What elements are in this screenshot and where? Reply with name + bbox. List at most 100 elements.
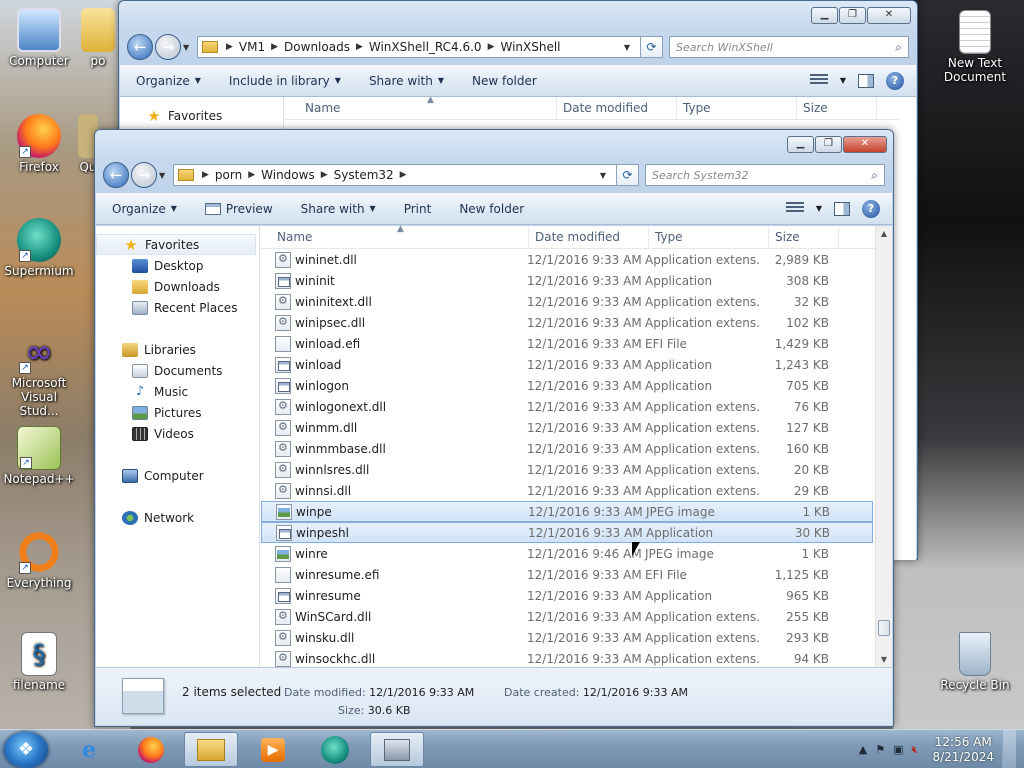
column-name[interactable]: Name — [285, 97, 557, 119]
desktop-icon-po[interactable]: po — [73, 8, 123, 68]
tray-expand-icon[interactable]: ▲ — [859, 743, 867, 756]
address-bar[interactable]: ▶ VM1 ▶ Downloads ▶ WinXShell_RC4.6.0 ▶ … — [197, 36, 641, 58]
close-button[interactable]: ✕ — [867, 7, 911, 24]
nav-videos[interactable]: Videos — [96, 423, 259, 444]
nav-desktop[interactable]: Desktop — [96, 255, 259, 276]
explorer-window-system32[interactable]: ▁ ❐ ✕ ← → ▼ ▶ porn ▶ Windows ▶ System32 … — [94, 129, 894, 727]
column-date-modified[interactable]: Date modified — [529, 226, 649, 248]
minimize-button[interactable]: ▁ — [811, 7, 838, 24]
scroll-thumb[interactable] — [878, 620, 890, 636]
desktop-icon-notepadpp[interactable]: ↗ Notepad++ — [1, 426, 77, 486]
breadcrumb-item[interactable]: WinXShell — [500, 40, 560, 54]
file-row[interactable]: winmmbase.dll 12/1/2016 9:33 AMApplicatio… — [261, 438, 875, 459]
nav-network[interactable]: Network — [96, 507, 259, 528]
share-with-button[interactable]: Share with ▼ — [369, 74, 444, 88]
file-row[interactable]: winpeshl 12/1/2016 9:33 AM Application 30 K… — [261, 522, 873, 543]
change-view-icon[interactable] — [785, 201, 804, 216]
taskbar-internet-explorer[interactable]: e — [62, 732, 116, 767]
file-row[interactable]: winipsec.dll 12/1/2016 9:33 AMApplication… — [261, 312, 875, 333]
file-row[interactable]: winresume.efi 12/1/2016 9:33 AM EFI File 1,… — [261, 564, 875, 585]
breadcrumb-item[interactable]: System32 — [334, 168, 394, 182]
network-status-icon[interactable]: ▣ — [893, 743, 903, 756]
print-button[interactable]: Print — [404, 202, 432, 216]
maximize-button[interactable]: ❐ — [815, 136, 842, 153]
forward-button[interactable]: → — [155, 34, 181, 60]
breadcrumb-item[interactable]: WinXShell_RC4.6.0 — [369, 40, 482, 54]
desktop-icon-firefox[interactable]: ↗ Firefox — [1, 114, 77, 174]
nav-recent-places[interactable]: Recent Places — [96, 297, 259, 318]
file-row[interactable]: winsku.dll 12/1/2016 9:33 AMApplication e… — [261, 627, 875, 648]
share-with-button[interactable]: Share with ▼ — [301, 202, 376, 216]
taskbar-supermium[interactable] — [308, 732, 362, 767]
desktop-icon-everything[interactable]: ↗ Everything — [1, 530, 77, 590]
taskbar-explorer[interactable] — [184, 732, 238, 767]
desktop-icon-filename[interactable]: § filename — [1, 632, 77, 692]
help-icon[interactable]: ? — [886, 71, 904, 90]
file-row[interactable]: wininit 12/1/2016 9:33 AM Application 308 K… — [261, 270, 875, 291]
file-row[interactable]: winlogonext.dll 12/1/2016 9:33 AMApplicat… — [261, 396, 875, 417]
file-row[interactable]: winnlsres.dll 12/1/2016 9:33 AMApplicatio… — [261, 459, 875, 480]
clock[interactable]: 12:56 AM 8/21/2024 — [932, 735, 994, 765]
nav-music[interactable]: ♪ Music — [96, 381, 259, 402]
back-button[interactable]: ← — [103, 162, 129, 188]
desktop-icon-supermium[interactable]: ↗ Supermium — [1, 218, 77, 278]
search-icon[interactable]: ⌕ — [871, 168, 878, 183]
search-input[interactable]: Search WinXShell ⌕ — [669, 36, 909, 58]
organize-button[interactable]: Organize ▼ — [112, 202, 177, 216]
taskbar-system-tool[interactable] — [370, 732, 424, 767]
desktop-icon-new-text-document[interactable]: New Text Document — [937, 10, 1013, 84]
close-button[interactable]: ✕ — [843, 136, 887, 153]
file-row[interactable]: WinSCard.dll 12/1/2016 9:33 AMApplication… — [261, 606, 875, 627]
file-row[interactable]: winmm.dll 12/1/2016 9:33 AMApplication ex… — [261, 417, 875, 438]
column-size[interactable]: Size — [769, 226, 839, 248]
preview-pane-icon[interactable] — [834, 201, 850, 216]
volume-muted-icon[interactable]: 🔇︎ — [912, 743, 919, 757]
action-center-flag-icon[interactable]: ⚑ — [875, 743, 885, 756]
recent-pages-dropdown[interactable]: ▼ — [183, 43, 193, 52]
file-row[interactable]: winload 12/1/2016 9:33 AM Application 1,243… — [261, 354, 875, 375]
search-icon[interactable]: ⌕ — [895, 40, 902, 55]
breadcrumb-item[interactable]: VM1 — [239, 40, 265, 54]
minimize-button[interactable]: ▁ — [787, 136, 814, 153]
scroll-up-icon[interactable]: ▲ — [876, 226, 892, 242]
nav-favorites[interactable]: ★ Favorites — [96, 234, 256, 255]
include-in-library-button[interactable]: Include in library ▼ — [229, 74, 341, 88]
taskbar-media-player[interactable]: ▶ — [246, 732, 300, 767]
taskbar-firefox[interactable] — [124, 732, 178, 767]
address-dropdown-icon[interactable]: ▼ — [618, 43, 636, 52]
column-date-modified[interactable]: Date modified — [557, 97, 677, 119]
desktop-icon-recycle-bin[interactable]: Recycle Bin — [937, 632, 1013, 692]
breadcrumb-item[interactable]: Windows — [261, 168, 315, 182]
vertical-scrollbar[interactable]: ▲ ▼ — [875, 226, 892, 668]
file-row[interactable]: winnsi.dll 12/1/2016 9:33 AMApplication e… — [261, 480, 875, 501]
breadcrumb-item[interactable]: Downloads — [284, 40, 350, 54]
nav-documents[interactable]: Documents — [96, 360, 259, 381]
file-row[interactable]: winpe 12/1/2016 9:33 AM JPEG image 1 KB — [261, 501, 873, 522]
organize-button[interactable]: Organize ▼ — [136, 74, 201, 88]
back-button[interactable]: ← — [127, 34, 153, 60]
chevron-down-icon[interactable]: ▼ — [816, 204, 822, 213]
column-type[interactable]: Type — [649, 226, 769, 248]
new-folder-button[interactable]: New folder — [472, 74, 537, 88]
chevron-down-icon[interactable]: ▼ — [840, 76, 846, 85]
refresh-button[interactable]: ⟳ — [617, 164, 639, 186]
preview-pane-icon[interactable] — [858, 73, 874, 88]
file-row[interactable]: winre 12/1/2016 9:46 AM JPEG image 1 KB — [261, 543, 875, 564]
column-size[interactable]: Size — [797, 97, 877, 119]
desktop-icon-visual-studio[interactable]: ∞ ↗ Microsoft Visual Stud... — [1, 330, 77, 418]
new-folder-button[interactable]: New folder — [459, 202, 524, 216]
maximize-button[interactable]: ❐ — [839, 7, 866, 24]
nav-computer[interactable]: Computer — [96, 465, 259, 486]
address-bar[interactable]: ▶ porn ▶ Windows ▶ System32 ▶ ▼ — [173, 164, 617, 186]
nav-favorites[interactable]: ★ Favorites — [120, 105, 283, 126]
preview-button[interactable]: Preview — [204, 202, 273, 216]
file-row[interactable]: winload.efi 12/1/2016 9:33 AM EFI File 1,42… — [261, 333, 875, 354]
forward-button[interactable]: → — [131, 162, 157, 188]
start-button[interactable] — [4, 732, 48, 768]
file-row[interactable]: winsockhc.dll 12/1/2016 9:33 AMApplicatio… — [261, 648, 875, 669]
desktop-icon-computer[interactable]: Computer — [1, 8, 77, 68]
breadcrumb-item[interactable]: porn — [215, 168, 242, 182]
column-type[interactable]: Type — [677, 97, 797, 119]
show-desktop-button[interactable] — [1002, 730, 1016, 768]
file-row[interactable]: winlogon 12/1/2016 9:33 AM Application 705 … — [261, 375, 875, 396]
